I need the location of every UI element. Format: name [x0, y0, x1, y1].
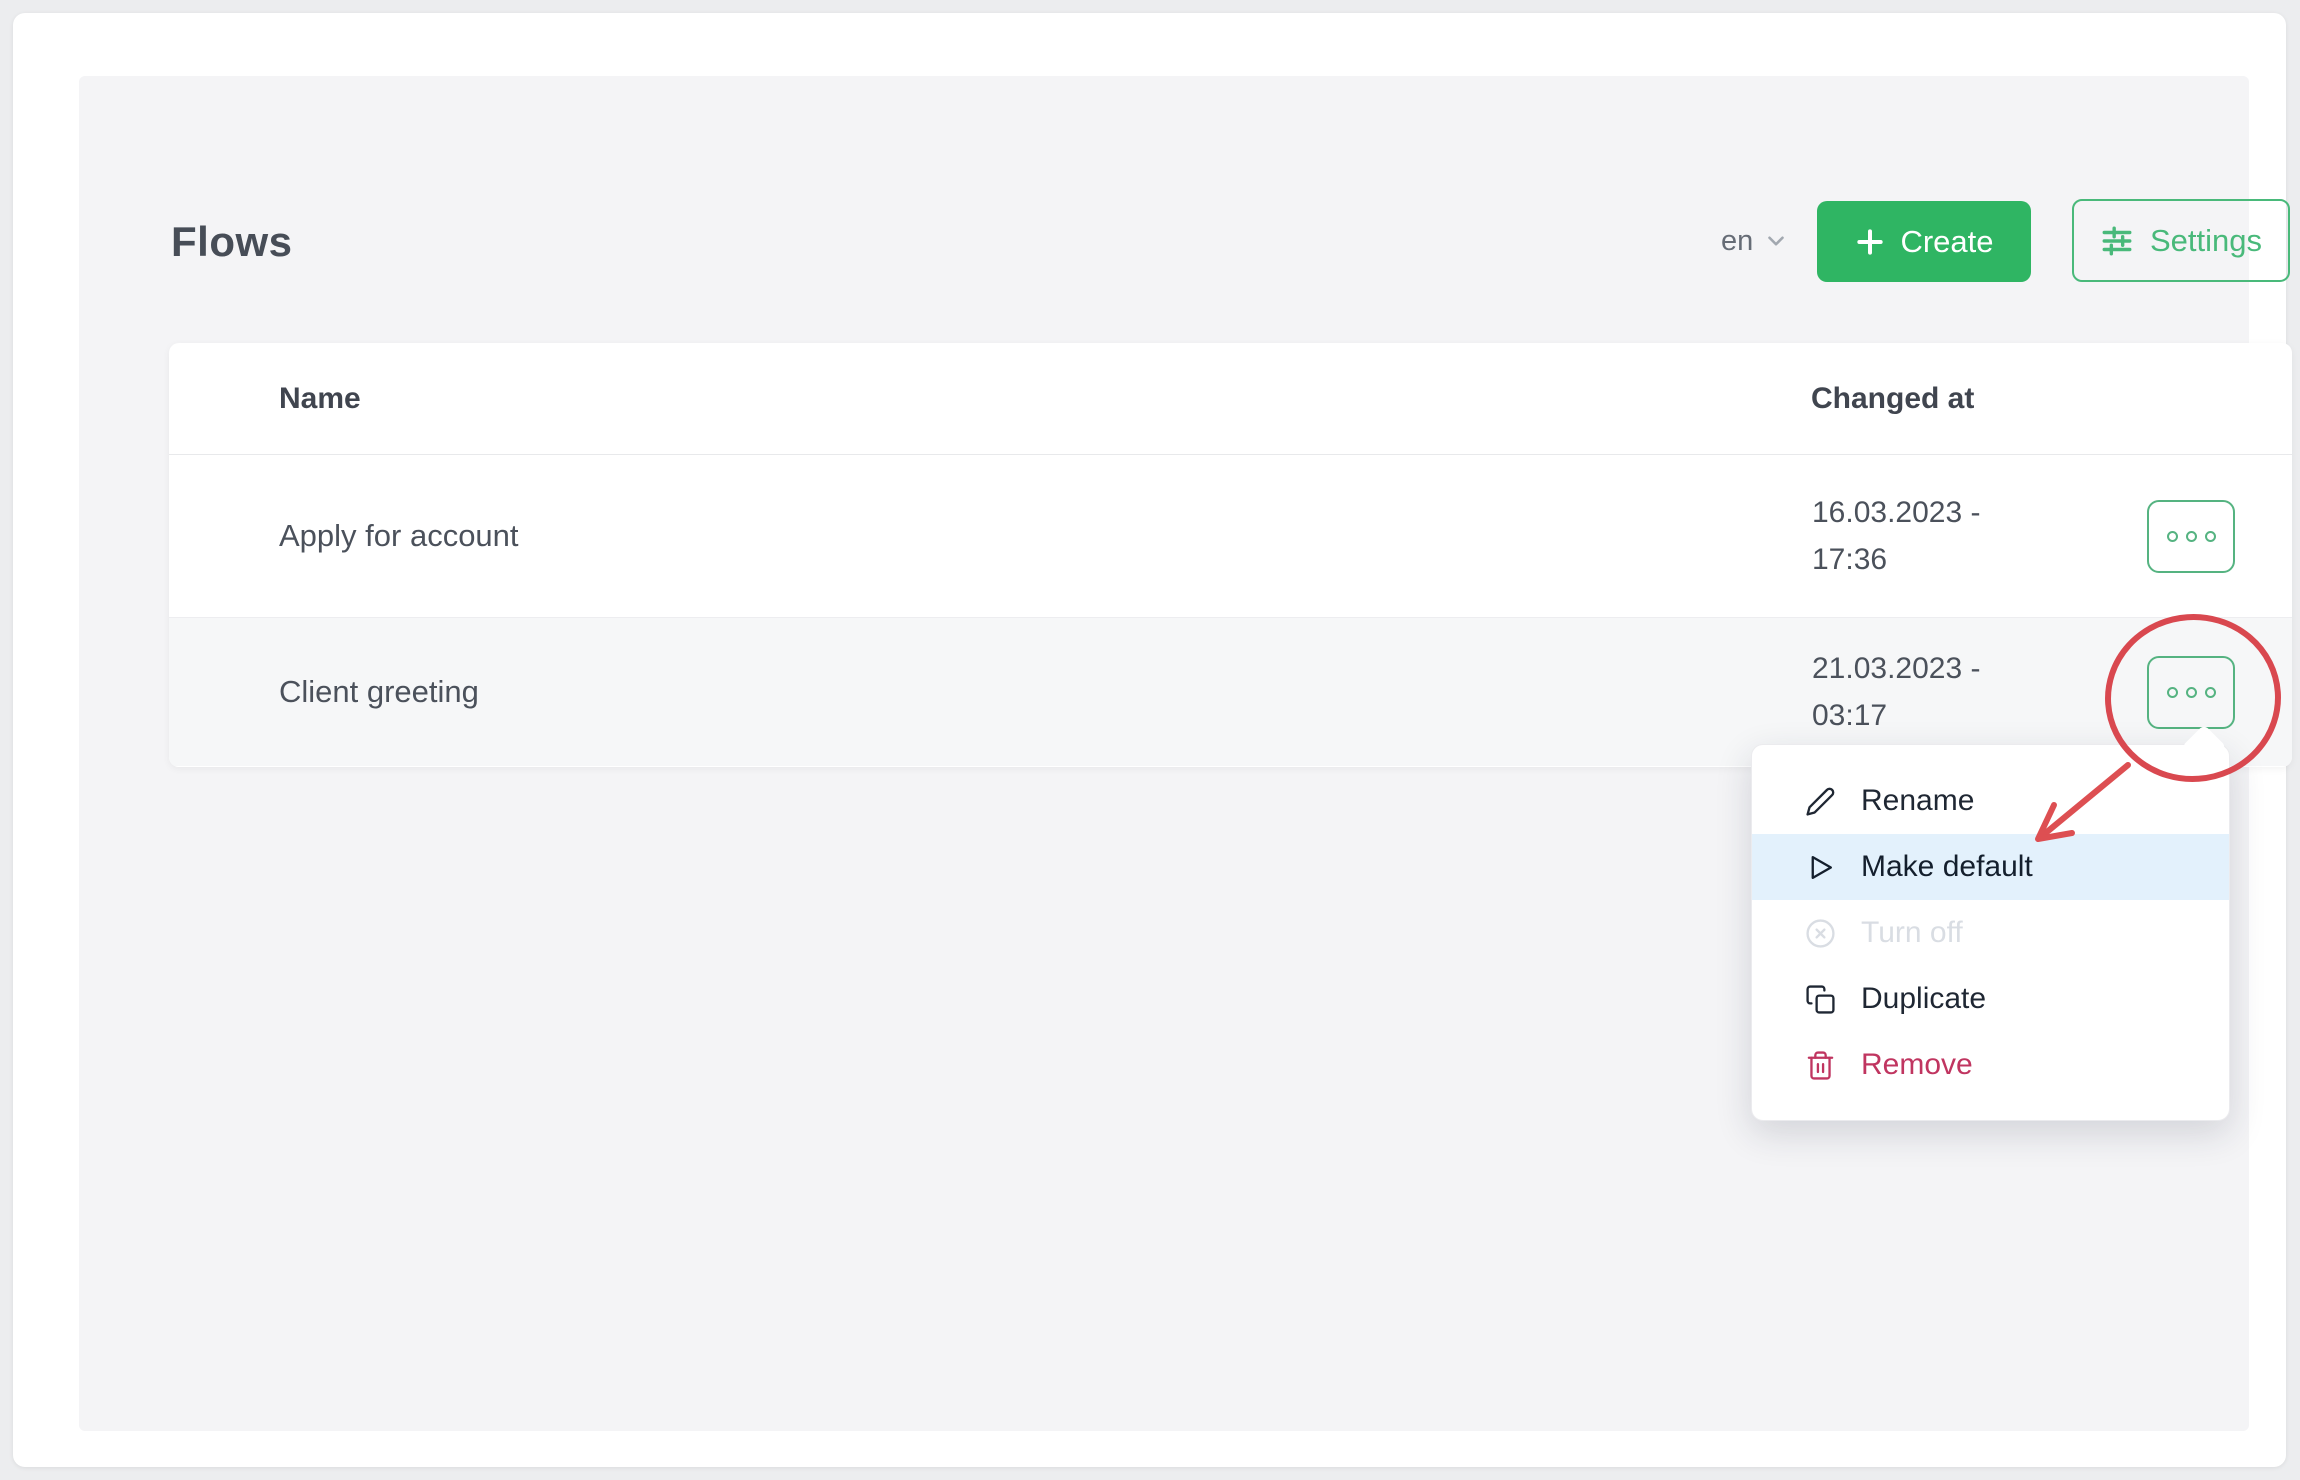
column-header-name: Name: [279, 382, 361, 416]
row-actions-button[interactable]: [2147, 656, 2235, 729]
ellipsis-icon: [2167, 687, 2178, 698]
flows-panel: Flows en Create Settings Name Changed at: [79, 76, 2249, 1431]
row-context-menu: Rename Make default Turn off Duplicate R: [1751, 744, 2230, 1121]
play-icon: [1805, 852, 1836, 883]
trash-icon: [1805, 1050, 1836, 1081]
row-actions-button[interactable]: [2147, 500, 2235, 573]
column-header-changed-at: Changed at: [1811, 382, 1974, 416]
language-selector[interactable]: en: [1721, 214, 1789, 268]
table-header-row: Name Changed at: [169, 343, 2292, 455]
settings-button[interactable]: Settings: [2072, 199, 2290, 282]
ellipsis-icon: [2186, 687, 2197, 698]
menu-item-label: Rename: [1861, 784, 1974, 818]
window-card: Flows en Create Settings Name Changed at: [13, 13, 2286, 1467]
menu-item-label: Turn off: [1861, 916, 1963, 950]
table-row[interactable]: Apply for account 16.03.2023 - 17:36: [169, 455, 2292, 618]
menu-item-label: Duplicate: [1861, 982, 1986, 1016]
menu-item-turn-off: Turn off: [1752, 900, 2229, 966]
changed-at-cell: 21.03.2023 - 03:17: [1812, 645, 2024, 739]
ellipsis-icon: [2205, 531, 2216, 542]
menu-item-label: Remove: [1861, 1048, 1973, 1082]
create-button-label: Create: [1900, 224, 1993, 260]
menu-item-label: Make default: [1861, 850, 2033, 884]
menu-item-rename[interactable]: Rename: [1752, 768, 2229, 834]
pencil-icon: [1805, 786, 1836, 817]
ellipsis-icon: [2205, 687, 2216, 698]
flow-name-cell: Client greeting: [279, 674, 479, 710]
menu-item-make-default[interactable]: Make default: [1752, 834, 2229, 900]
ellipsis-icon: [2167, 531, 2178, 542]
flow-name-cell: Apply for account: [279, 518, 519, 554]
settings-button-label: Settings: [2150, 223, 2262, 259]
page-title: Flows: [171, 218, 293, 266]
menu-item-duplicate[interactable]: Duplicate: [1752, 966, 2229, 1032]
screen: Flows en Create Settings Name Changed at: [0, 0, 2300, 1480]
sliders-icon: [2100, 224, 2134, 258]
x-circle-icon: [1805, 918, 1836, 949]
create-button[interactable]: Create: [1817, 201, 2031, 282]
menu-item-remove[interactable]: Remove: [1752, 1032, 2229, 1098]
copy-icon: [1805, 984, 1836, 1015]
plus-icon: [1854, 226, 1886, 258]
ellipsis-icon: [2186, 531, 2197, 542]
changed-at-cell: 16.03.2023 - 17:36: [1812, 489, 2024, 583]
language-selector-value: en: [1721, 225, 1753, 258]
chevron-down-icon: [1763, 228, 1789, 254]
flows-table: Name Changed at Apply for account 16.03.…: [169, 343, 2292, 767]
